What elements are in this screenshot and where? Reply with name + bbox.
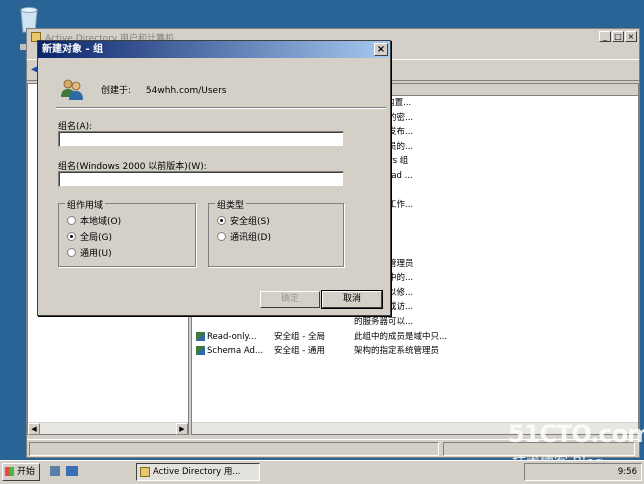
type-cell: 安全组 - 全局 xyxy=(274,331,325,342)
radio-indicator xyxy=(67,248,76,257)
system-tray: 9:56 xyxy=(524,463,642,481)
radio-label: 安全组(S) xyxy=(230,217,270,227)
name-cell: Schema Ad... xyxy=(196,344,263,358)
start-button[interactable]: 开始 xyxy=(2,463,40,481)
taskbar-ad-window-button[interactable]: Active Directory 用... xyxy=(136,463,260,481)
dialog-close-button[interactable]: × xyxy=(374,43,388,56)
group-scope-title: 组作用域 xyxy=(65,198,106,211)
created-in-path: 54whh.com/Users xyxy=(145,86,227,96)
maximize-button[interactable]: □ xyxy=(612,31,624,42)
window-controls: _ □ × xyxy=(599,31,637,42)
scope-universal-radio[interactable]: 通用(U) xyxy=(67,246,112,259)
tree-horizontal-scrollbar[interactable]: ◀ ▶ xyxy=(28,422,188,435)
windows-logo-icon xyxy=(5,467,14,476)
radio-label: 全局(G) xyxy=(80,233,112,243)
cancel-button[interactable]: 取消 xyxy=(321,290,383,309)
scroll-right-arrow-icon[interactable]: ▶ xyxy=(176,423,188,435)
description-cell: 此组中的成员是域中只... xyxy=(354,331,448,342)
type-cell: 安全组 - 通用 xyxy=(274,346,325,357)
dialog-titlebar: 新建对象 - 组 × xyxy=(38,41,390,58)
start-label: 开始 xyxy=(17,467,36,477)
status-cell xyxy=(29,442,439,456)
folder-icon xyxy=(140,467,150,477)
table-row[interactable]: Schema Ad... 安全组 - 通用 架构的指定系统管理员 xyxy=(192,344,638,358)
clock[interactable]: 9:56 xyxy=(618,467,637,477)
name-text: Schema Ad... xyxy=(207,346,264,357)
taskbar-ad-window-label: Active Directory 用... xyxy=(153,467,241,477)
created-in-label: 创建于: xyxy=(101,86,132,96)
group-name-field[interactable] xyxy=(58,131,344,147)
scroll-left-arrow-icon[interactable]: ◀ xyxy=(28,423,40,435)
scope-global-radio[interactable]: 全局(G) xyxy=(67,230,112,243)
taskbar: 开始 Active Directory 用... 9:56 xyxy=(0,460,644,484)
close-button[interactable]: × xyxy=(625,31,637,42)
watermark-51cto: 51CTO.com xyxy=(508,420,644,448)
group-icon xyxy=(196,346,205,356)
type-security-radio[interactable]: 安全组(S) xyxy=(217,214,270,227)
show-desktop-icon[interactable] xyxy=(66,466,78,476)
radio-label: 通用(U) xyxy=(80,249,112,259)
type-distribution-radio[interactable]: 通讯组(D) xyxy=(217,230,271,243)
table-row[interactable]: 的服务器可以... xyxy=(192,315,638,329)
group-scope-box: 组作用域 本地域(O) 全局(G) 通用(U) xyxy=(58,198,196,267)
description-cell: 架构的指定系统管理员 xyxy=(354,346,440,357)
server-manager-icon[interactable] xyxy=(50,466,60,476)
pre2000-name-field[interactable] xyxy=(58,171,344,187)
description-cell: 的服务器可以... xyxy=(354,317,414,327)
ok-button[interactable]: 确定 xyxy=(260,291,320,308)
radio-indicator xyxy=(217,216,226,225)
name-cell: Read-only... xyxy=(196,330,256,344)
table-row[interactable]: Read-only... 安全组 - 全局 此组中的成员是域中只... xyxy=(192,330,638,344)
group-type-title: 组类型 xyxy=(215,198,247,211)
radio-indicator xyxy=(217,232,226,241)
radio-label: 通讯组(D) xyxy=(230,233,271,243)
scope-domain-local-radio[interactable]: 本地域(O) xyxy=(67,214,121,227)
created-in: 创建于: 54whh.com/Users xyxy=(101,83,226,96)
minimize-button[interactable]: _ xyxy=(599,31,611,42)
radio-indicator xyxy=(67,232,76,241)
name-text: Read-only... xyxy=(207,331,257,342)
divider xyxy=(56,107,386,109)
radio-label: 本地域(O) xyxy=(80,217,122,227)
radio-indicator xyxy=(67,216,76,225)
group-icon xyxy=(61,79,83,100)
new-group-dialog: 新建对象 - 组 × 创建于: 54whh.com/Users 组名(A): 组… xyxy=(37,40,391,316)
dialog-title: 新建对象 - 组 xyxy=(42,44,104,55)
group-type-box: 组类型 安全组(S) 通讯组(D) xyxy=(208,198,344,267)
group-icon xyxy=(196,331,205,341)
